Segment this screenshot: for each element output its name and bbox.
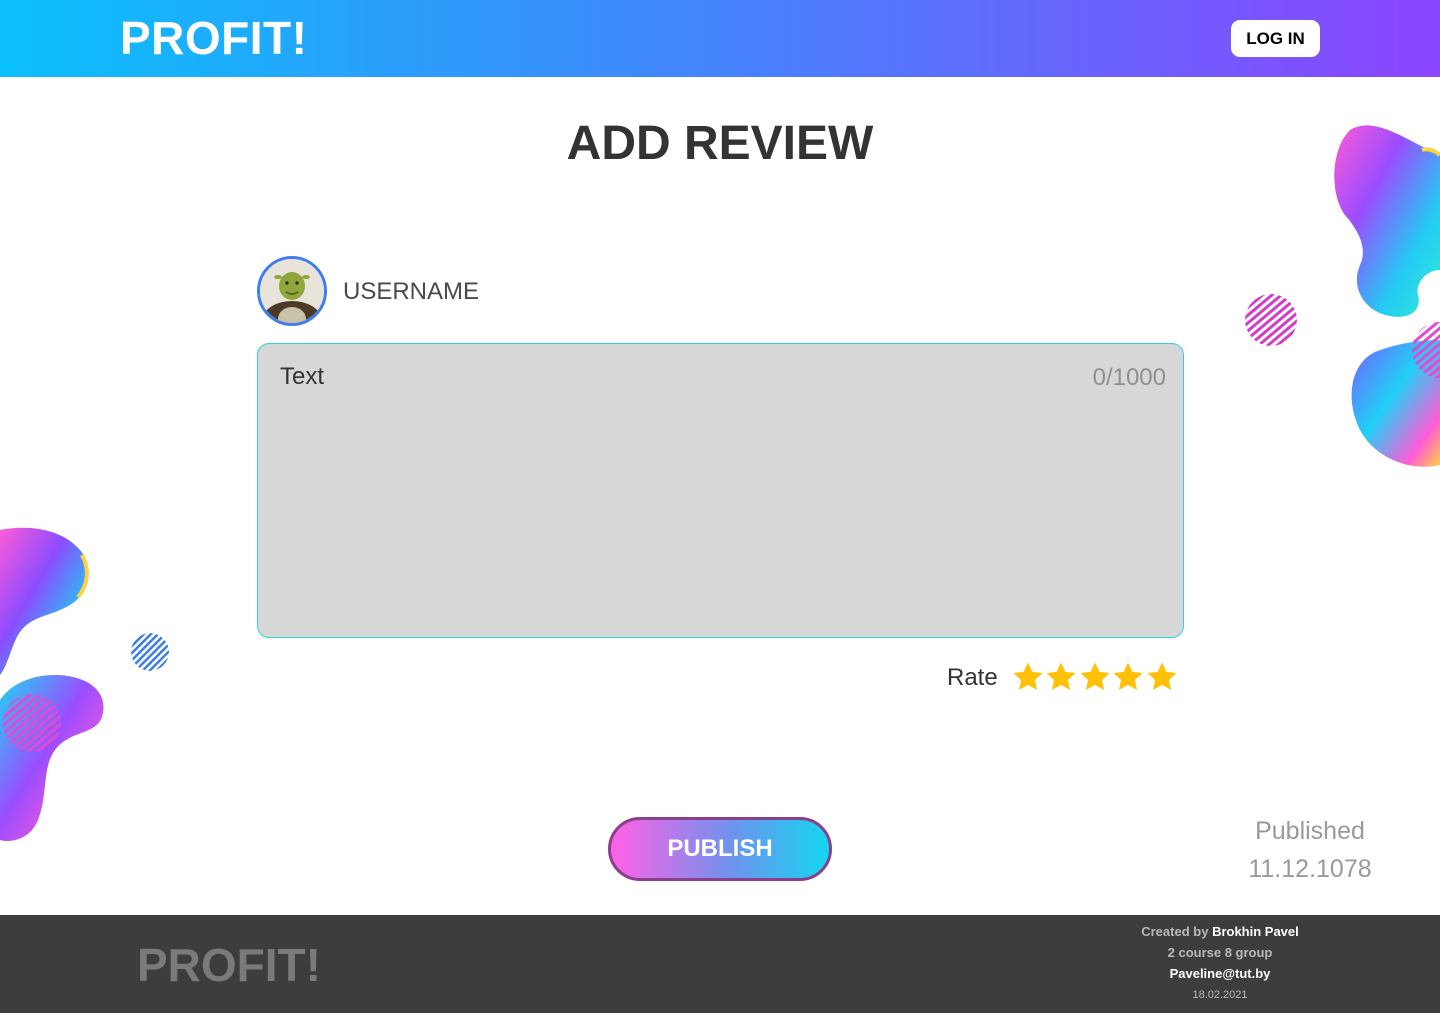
star-icon-2[interactable] — [1044, 660, 1078, 694]
star-icon-3[interactable] — [1078, 660, 1112, 694]
published-date: 11.12.1078 — [1248, 855, 1372, 883]
footer-created-by: Created by Brokhin Pavel — [1100, 921, 1340, 942]
decor-striped-circle-left — [130, 632, 170, 672]
decor-striped-circle-right — [1244, 293, 1298, 347]
star-icon-4[interactable] — [1111, 660, 1145, 694]
review-textarea-container[interactable]: 0/1000 — [257, 343, 1184, 638]
published-label: Published — [1255, 817, 1365, 845]
decor-striped-circle-left-small — [2, 693, 62, 753]
footer-email[interactable]: Paveline@tut.by — [1100, 963, 1340, 984]
footer: PROFIT! Created by Brokhin Pavel 2 cours… — [0, 915, 1440, 1013]
created-by-prefix: Created by — [1141, 924, 1209, 939]
footer-logo[interactable]: PROFIT! — [137, 937, 321, 993]
publish-button[interactable]: PUBLISH — [608, 817, 832, 881]
star-icon-5[interactable] — [1145, 660, 1179, 694]
site-logo[interactable]: PROFIT! — [120, 10, 307, 66]
top-header: PROFIT! LOG IN — [0, 0, 1440, 77]
page-title: ADD REVIEW — [566, 117, 874, 170]
footer-date: 18.02.2021 — [1192, 989, 1248, 1001]
login-button[interactable]: LOG IN — [1231, 20, 1320, 57]
character-counter: 0/1000 — [1092, 364, 1166, 391]
review-text-input[interactable] — [280, 362, 1060, 612]
published-info: Published 11.12.1078 — [1220, 812, 1400, 888]
avatar-image — [260, 259, 324, 323]
user-avatar[interactable] — [257, 256, 327, 326]
footer-group: 2 course 8 group — [1167, 945, 1273, 960]
star-icon-1[interactable] — [1011, 660, 1045, 694]
decor-striped-circle-edge — [1410, 320, 1440, 380]
decor-blob-left — [0, 525, 110, 845]
footer-credits: Created by Brokhin Pavel 2 course 8 grou… — [1100, 921, 1340, 1006]
rate-label: Rate — [947, 664, 998, 691]
author-name: Brokhin Pavel — [1212, 924, 1299, 939]
username-label[interactable]: USERNAME — [343, 277, 479, 307]
